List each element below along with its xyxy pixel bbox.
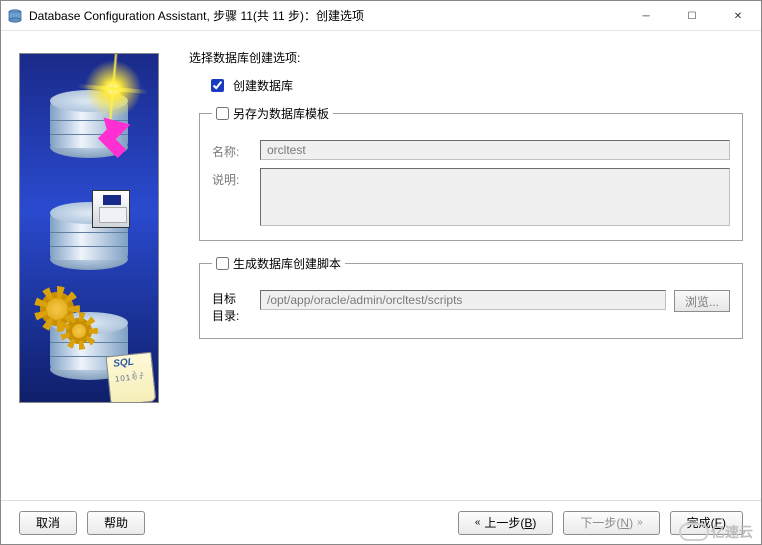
target-dir-input[interactable] <box>260 290 666 310</box>
back-button[interactable]: « 上一步(B) <box>458 511 554 535</box>
create-db-checkbox[interactable] <box>211 79 224 92</box>
template-name-label: 名称: <box>212 140 252 160</box>
form-area: 选择数据库创建选项: 创建数据库 另存为数据库模板 名称: 说明: <box>189 45 743 490</box>
gen-scripts-checkbox[interactable] <box>216 257 229 270</box>
window-title: Database Configuration Assistant, 步骤 11(… <box>29 7 623 24</box>
close-button[interactable]: ✕ <box>715 1 761 31</box>
gen-scripts-legend: 生成数据库创建脚本 <box>233 255 341 272</box>
next-button[interactable]: 下一步(N) » <box>563 511 659 535</box>
save-template-checkbox[interactable] <box>216 107 229 120</box>
template-desc-label: 说明: <box>212 168 252 188</box>
cancel-button[interactable]: 取消 <box>19 511 77 535</box>
chevron-left-icon: « <box>475 517 481 528</box>
help-button[interactable]: 帮助 <box>87 511 145 535</box>
browse-button[interactable]: 浏览... <box>674 290 730 312</box>
titlebar: Database Configuration Assistant, 步骤 11(… <box>1 1 761 31</box>
template-desc-input[interactable] <box>260 168 730 226</box>
dialog-window: Database Configuration Assistant, 步骤 11(… <box>0 0 762 545</box>
window-controls: ─ ☐ ✕ <box>623 1 761 30</box>
footer-bar: 取消 帮助 « 上一步(B) 下一步(N) » 完成(F) <box>1 500 761 544</box>
maximize-button[interactable]: ☐ <box>669 1 715 31</box>
create-db-label: 创建数据库 <box>233 77 293 94</box>
sql-scroll-icon <box>106 352 157 403</box>
save-template-group: 另存为数据库模板 名称: 说明: <box>199 105 743 241</box>
wizard-illustration <box>19 53 159 403</box>
chevron-right-icon: » <box>637 517 643 528</box>
content-area: 选择数据库创建选项: 创建数据库 另存为数据库模板 名称: 说明: <box>1 31 761 500</box>
minimize-button[interactable]: ─ <box>623 1 669 31</box>
save-template-legend: 另存为数据库模板 <box>233 105 329 122</box>
prompt-label: 选择数据库创建选项: <box>189 49 743 66</box>
target-dir-label: 目标 目录: <box>212 290 252 324</box>
floppy-icon <box>92 190 130 228</box>
finish-button[interactable]: 完成(F) <box>670 511 743 535</box>
gen-scripts-group: 生成数据库创建脚本 目标 目录: 浏览... <box>199 255 743 339</box>
template-name-input[interactable] <box>260 140 730 160</box>
gear-icon <box>66 318 92 344</box>
app-icon <box>7 8 23 24</box>
